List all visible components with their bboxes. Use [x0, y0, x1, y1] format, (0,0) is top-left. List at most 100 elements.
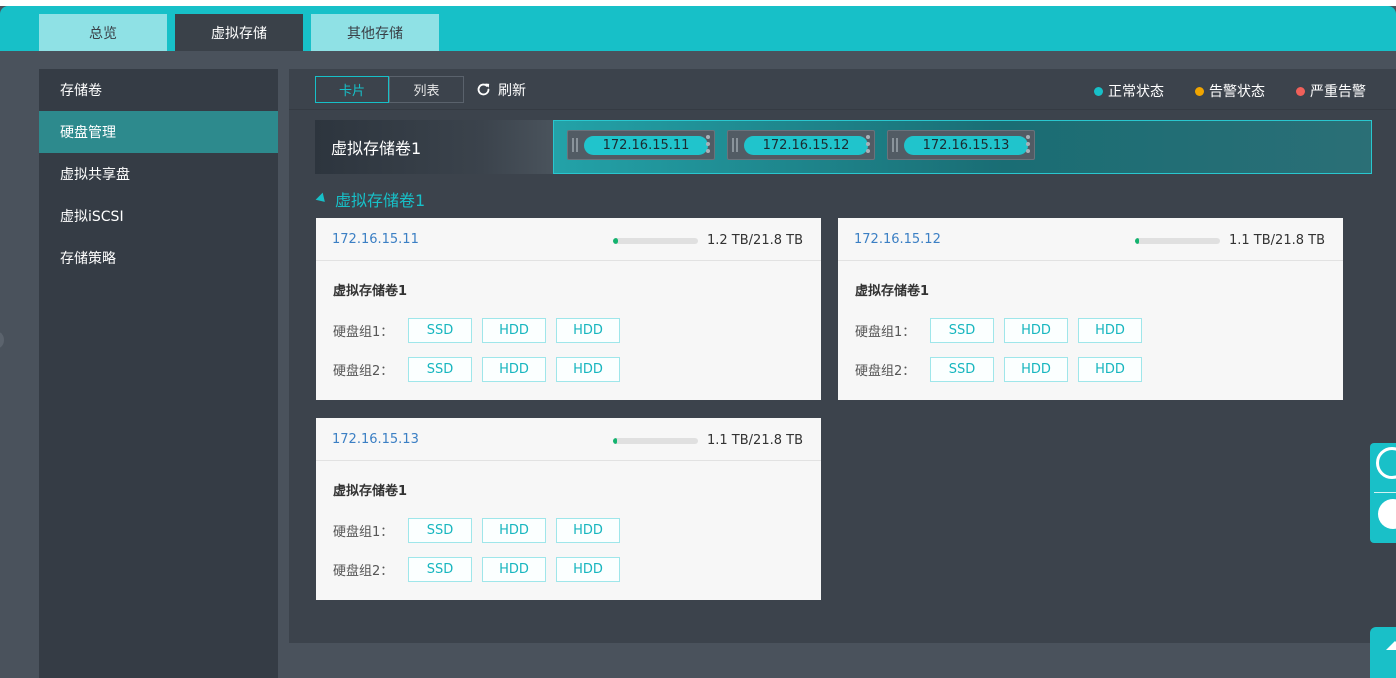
status-critical-dot: [1296, 86, 1305, 96]
sidebar-item-disk-management[interactable]: 硬盘管理: [39, 111, 278, 153]
tab-other-storage[interactable]: 其他存储: [311, 14, 439, 51]
disk-group-label: 硬盘组2：: [333, 363, 394, 379]
legend-normal-label: 正常状态: [1108, 84, 1164, 100]
disk-chip[interactable]: HDD: [482, 556, 546, 582]
top-nav-bar: 总览 虚拟存储 其他存储: [0, 6, 1396, 51]
legend-normal: 正常状态: [1094, 81, 1164, 101]
usage-bar-fill: [613, 238, 618, 244]
disk-group-row: 硬盘组2： SSD HDD HDD: [855, 356, 1152, 382]
server-node[interactable]: 172.16.15.12: [727, 130, 875, 160]
card-volume-name: 虚拟存储卷1: [855, 284, 930, 299]
usage-bar: [613, 238, 698, 244]
divider: [1374, 492, 1396, 493]
disk-chip[interactable]: HDD: [482, 356, 546, 382]
usage-bar: [613, 438, 698, 444]
tab-overview[interactable]: 总览: [39, 14, 167, 51]
disk-group-label: 硬盘组1：: [333, 324, 394, 340]
disk-group-row: 硬盘组2： SSD HDD HDD: [333, 356, 630, 382]
feedback-icon: [1378, 499, 1396, 529]
usage-text: 1.1 TB/21.8 TB: [707, 433, 803, 448]
sidebar: 存储卷 硬盘管理 虚拟共享盘 虚拟iSCSI 存储策略: [39, 69, 278, 678]
view-card-button[interactable]: 卡片: [315, 76, 389, 103]
main-panel: 卡片 列表 刷新 正常状态 告警状态 严重告警 虚拟存储卷1 172.16.15…: [289, 69, 1396, 643]
usage-bar-fill: [1135, 238, 1140, 244]
refresh-icon: [477, 83, 490, 96]
disk-group-label: 硬盘组2：: [333, 563, 394, 579]
server-rack-icon: [732, 138, 738, 152]
disk-group-row: 硬盘组2： SSD HDD HDD: [333, 556, 630, 582]
usage-bar-fill: [613, 438, 618, 444]
disk-group-label: 硬盘组1：: [855, 324, 916, 340]
card-volume-name: 虚拟存储卷1: [333, 484, 408, 499]
disk-chip[interactable]: SSD: [930, 317, 994, 343]
card-ip[interactable]: 172.16.15.13: [332, 432, 419, 447]
refresh-label: 刷新: [498, 82, 526, 99]
server-node[interactable]: 172.16.15.11: [567, 130, 715, 160]
toolbar: 卡片 列表 刷新 正常状态 告警状态 严重告警: [289, 69, 1396, 110]
disk-group-row: 硬盘组1： SSD HDD HDD: [855, 317, 1152, 343]
sidebar-item-virtual-share-disk[interactable]: 虚拟共享盘: [39, 153, 278, 195]
server-card: 172.16.15.13 1.1 TB/21.8 TB 虚拟存储卷1 硬盘组1：…: [316, 418, 821, 600]
caret-down-icon: [315, 192, 329, 206]
server-ip-pill: 172.16.15.13: [904, 136, 1028, 155]
card-header: 172.16.15.12 1.1 TB/21.8 TB: [838, 218, 1343, 261]
disk-chip[interactable]: HDD: [1078, 356, 1142, 382]
disk-chip[interactable]: HDD: [482, 517, 546, 543]
disk-group-row: 硬盘组1： SSD HDD HDD: [333, 517, 630, 543]
volume-server-list: 172.16.15.11 172.16.15.12 172.16.15.13: [553, 120, 1372, 174]
sidebar-item-storage-volume[interactable]: 存储卷: [39, 69, 278, 111]
server-card: 172.16.15.12 1.1 TB/21.8 TB 虚拟存储卷1 硬盘组1：…: [838, 218, 1343, 400]
legend-critical-label: 严重告警: [1310, 84, 1366, 100]
disk-chip[interactable]: SSD: [408, 356, 472, 382]
disk-chip[interactable]: SSD: [408, 556, 472, 582]
card-header: 172.16.15.11 1.2 TB/21.8 TB: [316, 218, 821, 261]
volume-name[interactable]: 虚拟存储卷1: [315, 120, 553, 174]
tab-virtual-storage[interactable]: 虚拟存储: [175, 14, 303, 51]
legend-warning: 告警状态: [1195, 81, 1265, 101]
back-to-top-button[interactable]: [1370, 627, 1396, 678]
disk-chip[interactable]: HDD: [556, 556, 620, 582]
legend-warning-label: 告警状态: [1209, 84, 1265, 100]
arrow-up-icon: [1386, 641, 1396, 650]
disk-chip[interactable]: HDD: [482, 317, 546, 343]
disk-chip[interactable]: HDD: [1004, 356, 1068, 382]
disk-chip[interactable]: HDD: [556, 317, 620, 343]
sidebar-item-storage-policy[interactable]: 存储策略: [39, 237, 278, 279]
volume-overview-strip: 虚拟存储卷1 172.16.15.11 172.16.15.12 172.16.…: [315, 120, 1372, 174]
card-ip[interactable]: 172.16.15.12: [854, 232, 941, 247]
server-led-icon: [866, 135, 870, 155]
status-normal-dot: [1094, 86, 1103, 96]
refresh-button[interactable]: 刷新: [475, 76, 526, 103]
disk-group-label: 硬盘组2：: [855, 363, 916, 379]
server-card: 172.16.15.11 1.2 TB/21.8 TB 虚拟存储卷1 硬盘组1：…: [316, 218, 821, 400]
server-ip-pill: 172.16.15.11: [584, 136, 708, 155]
customer-service-icon: [1376, 447, 1396, 479]
disk-chip[interactable]: HDD: [556, 517, 620, 543]
usage-text: 1.1 TB/21.8 TB: [1229, 233, 1325, 248]
disk-chip[interactable]: HDD: [1078, 317, 1142, 343]
server-led-icon: [1026, 135, 1030, 155]
disk-chip[interactable]: HDD: [556, 356, 620, 382]
server-rack-icon: [572, 138, 578, 152]
disk-chip[interactable]: SSD: [408, 317, 472, 343]
disk-chip[interactable]: HDD: [1004, 317, 1068, 343]
card-header: 172.16.15.13 1.1 TB/21.8 TB: [316, 418, 821, 461]
legend-critical: 严重告警: [1296, 81, 1366, 101]
server-rack-icon: [892, 138, 898, 152]
disk-chip[interactable]: SSD: [408, 517, 472, 543]
sidebar-collapse-handle[interactable]: [0, 332, 4, 348]
view-list-button[interactable]: 列表: [389, 76, 464, 103]
disk-chip[interactable]: SSD: [930, 356, 994, 382]
card-volume-name: 虚拟存储卷1: [333, 284, 408, 299]
usage-bar: [1135, 238, 1220, 244]
disk-group-label: 硬盘组1：: [333, 524, 394, 540]
server-ip-pill: 172.16.15.12: [744, 136, 868, 155]
card-ip[interactable]: 172.16.15.11: [332, 232, 419, 247]
status-warning-dot: [1195, 86, 1204, 96]
section-title: 虚拟存储卷1: [335, 191, 426, 210]
server-node[interactable]: 172.16.15.13: [887, 130, 1035, 160]
floating-service-panel[interactable]: [1370, 443, 1396, 543]
disk-group-row: 硬盘组1： SSD HDD HDD: [333, 317, 630, 343]
section-toggle[interactable]: 虚拟存储卷1: [315, 187, 426, 211]
sidebar-item-virtual-iscsi[interactable]: 虚拟iSCSI: [39, 195, 278, 237]
